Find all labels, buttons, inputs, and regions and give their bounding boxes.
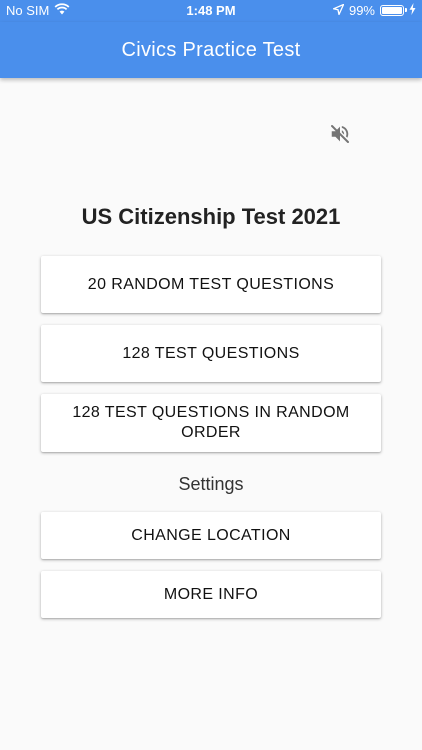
all-128-random-order-button[interactable]: 128 TEST QUESTIONS IN RANDOM ORDER bbox=[41, 394, 381, 452]
battery-level-fill bbox=[382, 7, 402, 14]
all-128-questions-button[interactable]: 128 TEST QUESTIONS bbox=[41, 325, 381, 382]
page-title: US Citizenship Test 2021 bbox=[81, 204, 341, 229]
volume-off-icon bbox=[329, 123, 351, 150]
app-bar: Civics Practice Test bbox=[0, 22, 422, 78]
app-title: Civics Practice Test bbox=[121, 38, 301, 61]
mute-toggle-button[interactable] bbox=[326, 122, 354, 150]
status-bar: No SIM 1:48 PM 99% bbox=[0, 0, 422, 22]
random-20-questions-button[interactable]: 20 RANDOM TEST QUESTIONS bbox=[41, 256, 381, 313]
more-info-button[interactable]: MORE INFO bbox=[41, 571, 381, 618]
charging-bolt-icon bbox=[409, 3, 416, 18]
location-arrow-icon bbox=[332, 3, 345, 18]
battery-percent: 99% bbox=[348, 3, 375, 18]
settings-section-label: Settings bbox=[178, 474, 244, 494]
battery-icon bbox=[380, 5, 407, 16]
status-right: 99% bbox=[332, 3, 416, 18]
change-location-button[interactable]: CHANGE LOCATION bbox=[41, 512, 381, 559]
